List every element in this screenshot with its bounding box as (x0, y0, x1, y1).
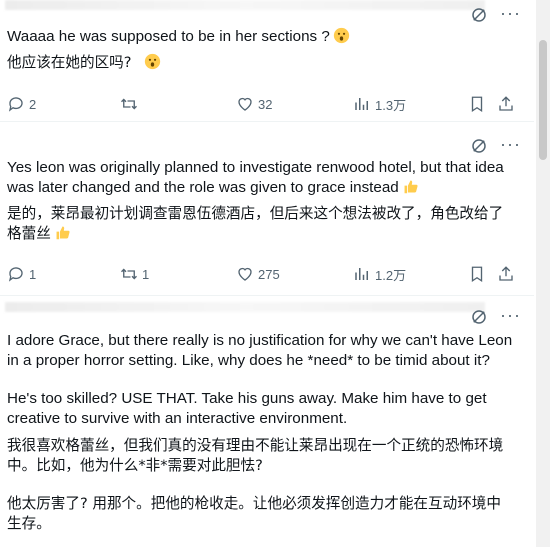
retweet-icon (121, 98, 137, 110)
scrollbar[interactable] (536, 0, 550, 547)
like-button[interactable]: 275 (236, 264, 280, 284)
share-button[interactable] (497, 264, 515, 284)
tweet-text-en: Yes leon was originally planned to inves… (7, 158, 514, 198)
views-count: 1.3万 (375, 97, 407, 113)
tweet-translation: 是的，莱昂最初计划调查雷恩伍德酒店，但后来这个想法被改了，角色改给了格蕾丝 (7, 205, 504, 242)
tweet-text-cn-2: 他太厉害了? 用那个。把他的枪收走。让他必须发挥创造力才能在互动环境中生存。 (7, 495, 501, 532)
reply-icon (8, 97, 23, 112)
retweet-icon (121, 268, 137, 280)
tweet-1: ··· Waaaa he was supposed to be in her s… (0, 0, 534, 122)
views-icon (355, 268, 368, 280)
tweet-text-cn: 他应该在她的区吗? (7, 53, 514, 73)
tweet-actions: 1 1 275 1.2万 (7, 264, 522, 284)
grok-icon[interactable] (470, 308, 488, 326)
tweet-text: Yes leon was originally planned to inves… (7, 159, 504, 196)
reply-count: 1 (29, 266, 37, 282)
like-count: 275 (258, 266, 280, 282)
thumbs-up-emoji-icon (56, 226, 70, 240)
retweet-count: 1 (142, 266, 150, 282)
tweet-text-en: Waaaa he was supposed to be in her secti… (7, 27, 514, 47)
bookmark-button[interactable] (468, 94, 486, 114)
grok-icon[interactable] (470, 137, 488, 155)
blurred-header (5, 302, 485, 312)
tweet-text-en-2: He's too skilled? USE THAT. Take his gun… (7, 390, 487, 427)
like-count: 32 (258, 96, 273, 112)
tweet-text: Waaaa he was supposed to be in her secti… (7, 28, 330, 45)
blurred-header (5, 0, 485, 10)
reply-button[interactable]: 2 (7, 94, 36, 114)
views-button[interactable]: 1.3万 (353, 94, 406, 114)
heart-icon (238, 97, 252, 111)
tweet-text-en-1: I adore Grace, but there really is no ju… (7, 332, 513, 369)
like-button[interactable]: 32 (236, 94, 272, 114)
views-count: 1.2万 (375, 267, 407, 283)
heart-icon (238, 267, 252, 281)
thumbs-up-emoji-icon (404, 180, 418, 194)
more-options-icon[interactable]: ··· (500, 135, 521, 153)
tweet-text-cn: 是的，莱昂最初计划调查雷恩伍德酒店，但后来这个想法被改了，角色改给了格蕾丝 (7, 204, 514, 244)
tweet-translation: 他应该在她的区吗? (7, 54, 132, 71)
bookmark-button[interactable] (468, 264, 486, 284)
scroll-thumb[interactable] (539, 40, 547, 160)
reply-icon (8, 267, 23, 282)
reply-count: 2 (29, 96, 37, 112)
retweet-button[interactable]: 1 (120, 264, 149, 284)
views-icon (355, 98, 368, 110)
grok-icon[interactable] (470, 6, 488, 24)
more-options-icon[interactable]: ··· (500, 4, 521, 22)
more-options-icon[interactable]: ··· (500, 306, 521, 324)
reply-button[interactable]: 1 (7, 264, 36, 284)
bookmark-icon (471, 96, 483, 113)
share-button[interactable] (497, 94, 515, 114)
tweet-actions: 2 32 1.3万 (7, 94, 522, 114)
tweet-3: ··· I adore Grace, but there really is n… (0, 296, 534, 547)
retweet-button[interactable] (120, 94, 142, 114)
tweet-2: ··· Yes leon was originally planned to i… (0, 122, 534, 296)
surprised-emoji-icon (333, 27, 349, 44)
bookmark-icon (471, 266, 483, 283)
share-icon (499, 266, 513, 281)
tweet-text-cn-1: 我很喜欢格蕾丝，但我们真的没有理由不能让莱昂出现在一个正统的恐怖环境中。比如，他… (7, 437, 504, 474)
surprised-emoji-icon (144, 53, 160, 70)
share-icon (499, 96, 513, 111)
views-button[interactable]: 1.2万 (353, 264, 406, 284)
